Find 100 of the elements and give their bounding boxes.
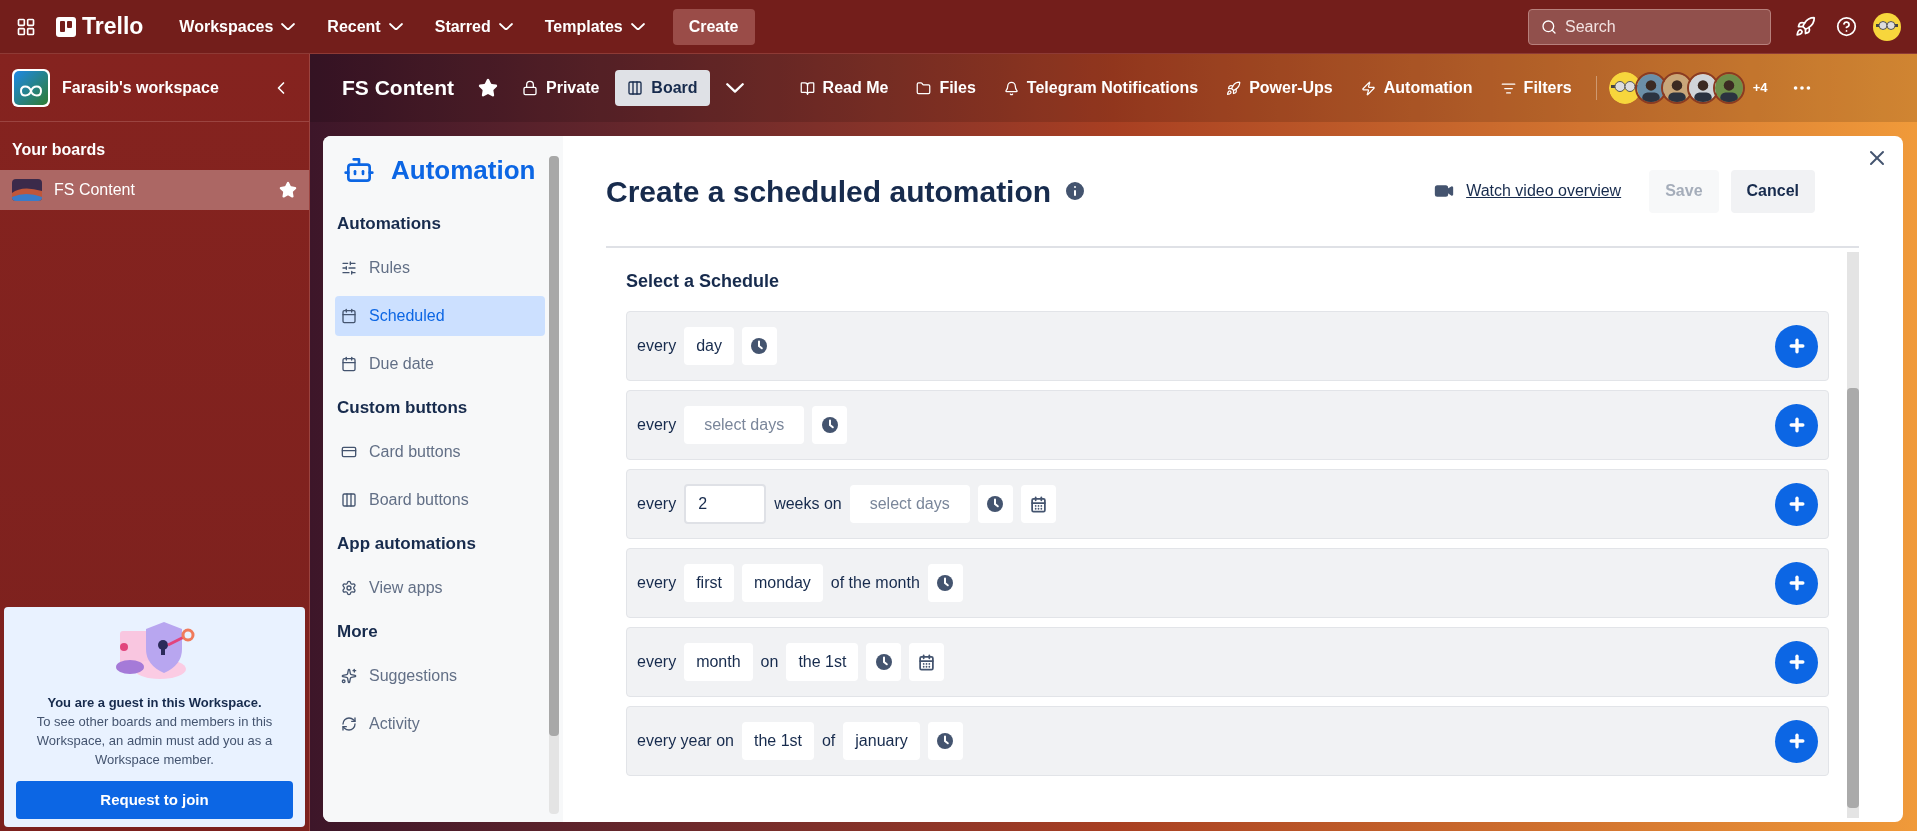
board-name: FS Content	[54, 180, 136, 200]
caret-icon[interactable]	[388, 22, 403, 31]
columns-icon	[627, 80, 644, 96]
nav-item[interactable]: Due date	[335, 344, 545, 384]
clock-button[interactable]	[866, 643, 902, 681]
board-item[interactable]: FS Content	[0, 170, 309, 210]
schedule-text: every	[637, 494, 677, 514]
scrollbar-thumb[interactable]	[1847, 388, 1859, 808]
nav-item[interactable]: Board buttons	[335, 480, 545, 520]
caret-icon[interactable]	[630, 22, 645, 31]
rocket-icon[interactable]	[1795, 16, 1816, 37]
menu-button[interactable]: Workspaces	[167, 8, 308, 45]
board-menu-button[interactable]: Filters	[1488, 70, 1584, 106]
member-count[interactable]: +4	[1752, 78, 1768, 98]
schedule-select[interactable]: select days	[849, 485, 970, 523]
board-title[interactable]: FS Content	[342, 72, 454, 104]
schedule-select[interactable]: january	[843, 722, 920, 760]
clock-button[interactable]	[977, 485, 1013, 523]
calendar-button[interactable]	[909, 643, 945, 681]
board-menu-button[interactable]: Power-Ups	[1214, 70, 1345, 106]
card-icon	[341, 444, 357, 460]
board-menu-button[interactable]: Automation	[1348, 70, 1485, 106]
nav-item[interactable]: Rules	[335, 248, 545, 288]
number-field[interactable]: 2	[684, 484, 767, 524]
schedule-select[interactable]: select days	[684, 406, 805, 444]
visibility-button[interactable]: Private	[510, 70, 612, 106]
clock-button[interactable]	[812, 406, 848, 444]
schedule-select[interactable]: monday	[741, 564, 823, 602]
schedule-text: weeks on	[774, 494, 842, 514]
workspace-logo-icon[interactable]	[12, 68, 50, 107]
schedule-text: of the month	[830, 573, 920, 593]
clock-icon	[937, 575, 954, 591]
search-field[interactable]: Search	[1528, 8, 1771, 45]
help-icon[interactable]	[1836, 16, 1857, 37]
add-button[interactable]	[1775, 403, 1818, 447]
menu-button[interactable]: Recent	[315, 8, 415, 45]
clock-icon	[987, 496, 1004, 512]
add-button[interactable]	[1775, 561, 1818, 605]
calendar-button[interactable]	[1020, 485, 1056, 523]
schedule-text: every	[637, 415, 677, 435]
nav-item[interactable]: Scheduled	[335, 296, 545, 336]
nav-item[interactable]: Suggestions	[335, 656, 545, 696]
nav-item[interactable]: View apps	[335, 568, 545, 608]
schedule-text: every year on	[637, 731, 734, 751]
nav-item[interactable]: Card buttons	[335, 432, 545, 472]
schedule-select[interactable]: first	[684, 564, 734, 602]
menu-button[interactable]: Templates	[532, 8, 657, 45]
sparkles-icon	[341, 668, 357, 684]
caret-icon[interactable]	[725, 83, 744, 93]
clock-button[interactable]	[927, 564, 963, 602]
clock-icon	[821, 417, 838, 433]
board-menu-button[interactable]: Read Me	[787, 70, 901, 106]
clock-icon	[937, 733, 954, 749]
section-title: Your boards	[11, 140, 107, 160]
schedule-text: on	[760, 652, 779, 672]
star-icon[interactable]	[279, 181, 297, 199]
board-thumbnail-icon	[12, 179, 42, 201]
board-menu-button[interactable]: Files	[904, 70, 988, 106]
board-menu-button[interactable]: Telegram Notifications	[991, 70, 1211, 106]
add-button[interactable]	[1775, 482, 1818, 526]
workspace-name[interactable]: Farasib's workspace	[62, 75, 253, 100]
nav-heading: More	[336, 621, 379, 644]
logo-icon[interactable]	[56, 16, 76, 37]
menu-button[interactable]: Starred	[422, 8, 525, 45]
schedule-select[interactable]: day	[684, 327, 734, 365]
schedule-select[interactable]: month	[684, 643, 753, 681]
nav-heading: Automations	[336, 213, 442, 236]
gear-icon	[341, 580, 357, 596]
clock-icon	[875, 654, 892, 670]
nav-title: Automation	[391, 153, 536, 187]
schedule-select[interactable]: the 1st	[786, 643, 859, 681]
book-icon	[799, 80, 815, 96]
request-button[interactable]: Request to join	[16, 781, 293, 819]
cancel-button[interactable]: Cancel	[1730, 169, 1815, 213]
clock-button[interactable]	[741, 327, 777, 365]
caret-icon[interactable]	[281, 22, 296, 31]
star-icon[interactable]	[478, 78, 498, 98]
search-icon	[1541, 18, 1557, 35]
board-view-tab[interactable]: Board	[615, 70, 710, 106]
add-button[interactable]	[1775, 324, 1818, 368]
section-title: Select a Schedule	[626, 270, 781, 293]
schedule-text: every	[637, 573, 677, 593]
folder-icon	[916, 80, 932, 96]
video-link[interactable]: Watch video overview	[1466, 179, 1622, 203]
avatar-icon[interactable]	[1873, 12, 1901, 41]
apps-icon[interactable]	[16, 16, 36, 37]
avatar-icon[interactable]	[1712, 72, 1745, 104]
scrollbar-thumb[interactable]	[549, 156, 559, 736]
add-button[interactable]	[1775, 640, 1818, 684]
nav-heading: Custom buttons	[336, 397, 469, 420]
create-button[interactable]: Create	[672, 8, 755, 45]
guest-text: To see other boards and members in this Workspace, an admin must add you as a Workspace member.	[35, 713, 274, 769]
logo-text[interactable]: Trello	[82, 9, 144, 44]
refresh-icon	[341, 716, 357, 732]
add-button[interactable]	[1775, 719, 1818, 763]
caret-icon[interactable]	[498, 22, 513, 31]
nav-item[interactable]: Activity	[335, 704, 545, 744]
schedule-text: every	[637, 652, 677, 672]
schedule-select[interactable]: the 1st	[741, 722, 814, 760]
clock-button[interactable]	[927, 722, 963, 760]
